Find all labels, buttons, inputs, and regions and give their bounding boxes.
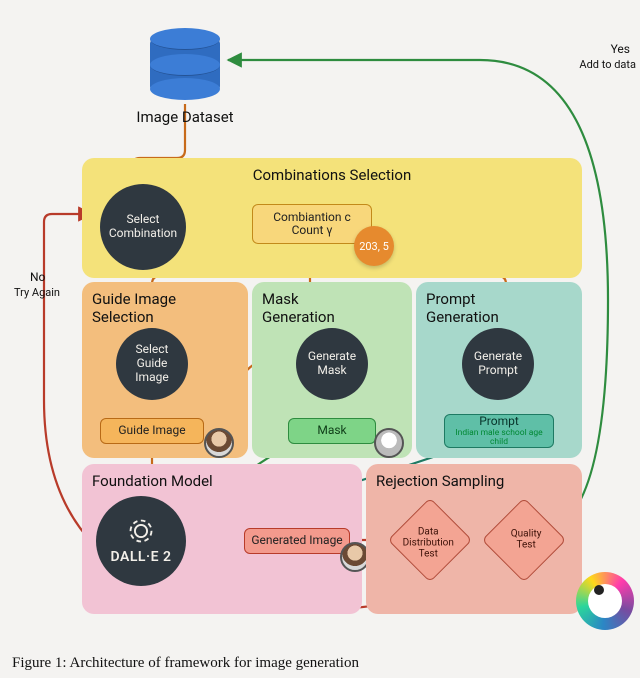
rejection-sampling-module: Rejection Sampling Data Distribution Tes… xyxy=(366,464,582,614)
database-icon xyxy=(150,28,220,102)
select-guide-image-node: Select Guide Image xyxy=(116,328,188,400)
dalle-node: DALL·E 2 xyxy=(96,496,186,586)
module-title: Mask Generation xyxy=(262,290,402,326)
guide-image-selection-module: Guide Image Selection Select Guide Image… xyxy=(82,282,248,458)
prompt-generation-module: Prompt Generation Generate Prompt Prompt… xyxy=(416,282,582,458)
module-title: Guide Image Selection xyxy=(92,290,238,326)
module-title: Rejection Sampling xyxy=(376,472,572,490)
chameleon-logo-icon xyxy=(576,572,634,630)
prompt-chip: Prompt Indian male school age child xyxy=(444,414,554,448)
diagram-frame: Image Dataset Combinations Selection Sel… xyxy=(0,0,640,678)
module-title: Prompt Generation xyxy=(426,290,572,326)
yes-label: Yes xyxy=(611,42,630,56)
yes-sublabel: Add to data xyxy=(579,58,636,71)
guide-image-chip: Guide Image xyxy=(100,418,204,444)
combination-output-chip: Combiantion c Count γ xyxy=(252,204,372,244)
count-bubble: 203, 5 xyxy=(354,226,394,266)
figure-caption: Figure 1: Architecture of framework for … xyxy=(12,655,359,672)
dataset-label: Image Dataset xyxy=(130,108,240,126)
module-title: Combinations Selection xyxy=(92,166,572,184)
mask-chip: Mask xyxy=(288,418,376,444)
image-dataset: Image Dataset xyxy=(130,28,240,126)
mask-thumb-icon xyxy=(374,428,404,458)
generate-mask-node: Generate Mask xyxy=(296,328,368,400)
data-distribution-test-node: Data Distribution Test xyxy=(388,498,473,583)
avatar-icon xyxy=(204,428,234,458)
generate-prompt-node: Generate Prompt xyxy=(462,328,534,400)
select-combination-node: Select Combination xyxy=(100,184,186,270)
no-label: No xyxy=(30,270,45,284)
foundation-model-module: Foundation Model DALL·E 2 Generated Imag… xyxy=(82,464,362,614)
module-title: Foundation Model xyxy=(92,472,352,490)
generated-image-chip: Generated Image xyxy=(244,528,350,554)
combinations-selection-module: Combinations Selection Select Combinatio… xyxy=(82,158,582,278)
openai-icon: DALL·E 2 xyxy=(111,517,172,565)
quality-test-node: Quality Test xyxy=(482,498,567,583)
no-sublabel: Try Again xyxy=(14,286,60,299)
mask-generation-module: Mask Generation Generate Mask Mask xyxy=(252,282,412,458)
